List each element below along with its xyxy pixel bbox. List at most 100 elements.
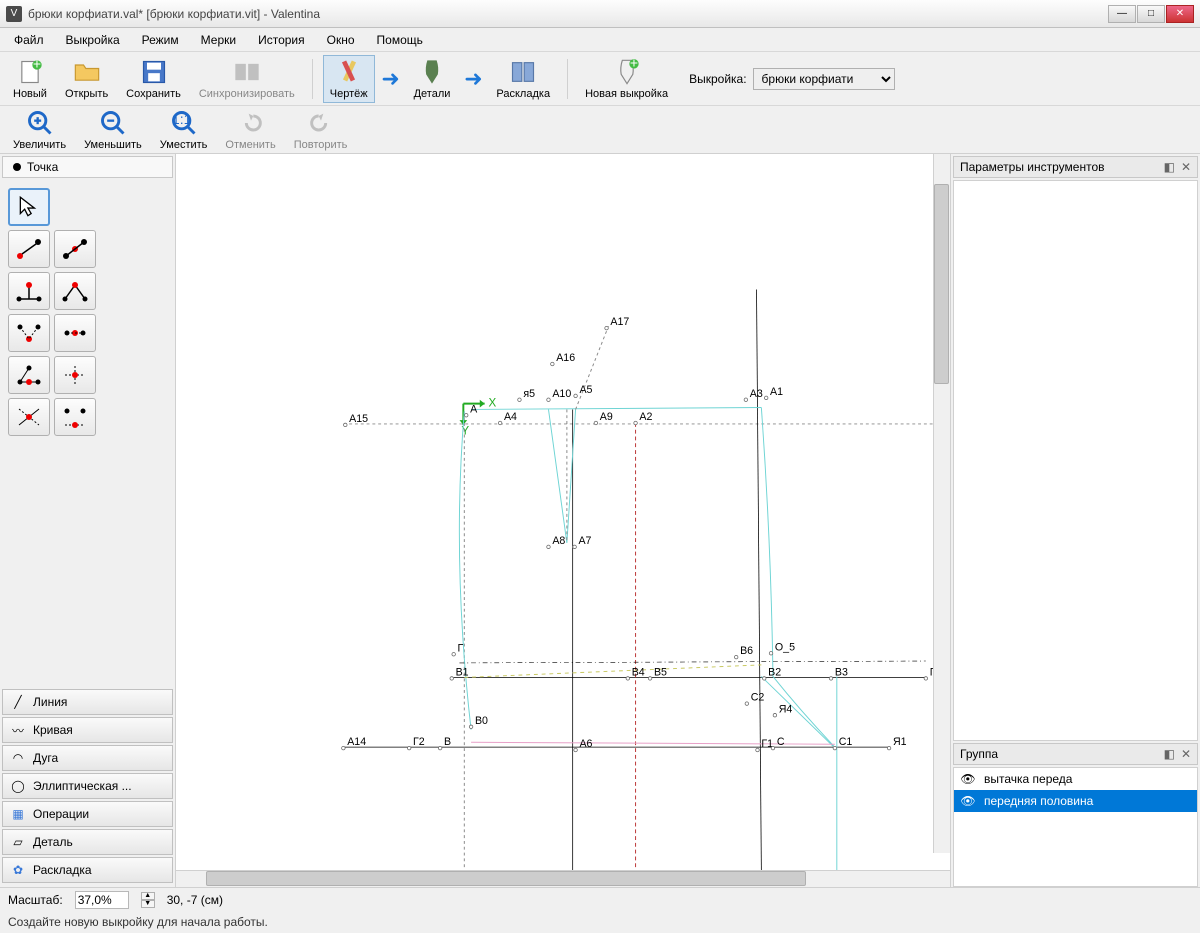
window-title: брюки корфиати.val* [брюки корфиати.vit]…: [28, 7, 320, 21]
svg-text:Г2: Г2: [413, 736, 425, 748]
horizontal-scrollbar[interactable]: [176, 870, 950, 887]
menu-history[interactable]: История: [248, 30, 315, 50]
eye-icon[interactable]: 👁: [960, 772, 976, 786]
main-toolbar: + Новый Открыть Сохранить Синхронизирова…: [0, 52, 1200, 106]
zoom-toolbar: Увеличить Уменьшить 1:1 Уместить Отменит…: [0, 106, 1200, 154]
eye-icon[interactable]: 👁: [960, 794, 976, 808]
menu-help[interactable]: Помощь: [367, 30, 433, 50]
menu-file[interactable]: Файл: [4, 30, 54, 50]
open-button[interactable]: Открыть: [58, 55, 115, 103]
svg-text:А5: А5: [579, 384, 592, 396]
tool-point-contact[interactable]: [54, 314, 96, 352]
tool-point-normal[interactable]: [8, 272, 50, 310]
ellipse-icon: ◯: [11, 779, 25, 793]
tools-tab-point[interactable]: Точка: [2, 156, 173, 178]
svg-text:А7: А7: [578, 535, 591, 547]
svg-text:В4: В4: [632, 667, 645, 679]
draft-mode-button[interactable]: Чертёж: [323, 55, 375, 103]
tool-point-shoulder[interactable]: [8, 314, 50, 352]
svg-text:В: В: [444, 736, 451, 748]
scale-spinner[interactable]: ▲▼: [141, 892, 155, 908]
details-icon: [418, 58, 446, 86]
window-controls: — □ ✕: [1108, 5, 1194, 23]
details-mode-button[interactable]: Детали: [407, 55, 458, 103]
operations-icon: ▦: [11, 807, 25, 821]
category-line[interactable]: ╱Линия: [2, 689, 173, 715]
tool-arrow[interactable]: [8, 188, 50, 226]
close-panel-icon[interactable]: ✕: [1181, 160, 1191, 174]
undo-button[interactable]: Отменить: [218, 106, 282, 154]
tool-point-alongline[interactable]: [54, 230, 96, 268]
close-panel-icon[interactable]: ✕: [1181, 747, 1191, 761]
group-item[interactable]: 👁 вытачка переда: [954, 768, 1197, 790]
maximize-button[interactable]: □: [1137, 5, 1165, 23]
menu-measurements[interactable]: Мерки: [191, 30, 246, 50]
zoom-fit-button[interactable]: 1:1 Уместить: [153, 106, 215, 154]
save-button[interactable]: Сохранить: [119, 55, 188, 103]
svg-text:A17: A17: [610, 316, 629, 328]
tool-point-lineintersect[interactable]: [8, 398, 50, 436]
group-panel-header[interactable]: Группа ◧✕: [953, 743, 1198, 765]
svg-text:X: X: [488, 397, 496, 410]
tool-point-triangle[interactable]: [8, 356, 50, 394]
params-panel-header[interactable]: Параметры инструментов ◧✕: [953, 156, 1198, 178]
menu-pattern[interactable]: Выкройка: [56, 30, 130, 50]
new-file-icon: +: [16, 58, 44, 86]
tools-panel: Точка ╱Линия 〰Кривая ◠Дуга ◯Эллиптическа…: [0, 154, 176, 887]
category-detail[interactable]: ▱Деталь: [2, 829, 173, 855]
drawing-svg: XY: [176, 154, 950, 870]
pencil-ruler-icon: [335, 58, 363, 86]
scale-label: Масштаб:: [8, 893, 63, 907]
tool-point-height[interactable]: [54, 398, 96, 436]
redo-icon: [307, 109, 335, 137]
group-item[interactable]: 👁 передняя половина: [954, 790, 1197, 812]
svg-text:А4: А4: [504, 411, 517, 423]
svg-text:С2: С2: [751, 692, 765, 704]
pattern-dropdown[interactable]: брюки корфиати: [753, 68, 895, 90]
scale-input[interactable]: [75, 891, 129, 909]
undock-icon[interactable]: ◧: [1164, 747, 1175, 761]
close-button[interactable]: ✕: [1166, 5, 1194, 23]
new-button[interactable]: + Новый: [6, 55, 54, 103]
new-pattern-icon: +: [613, 58, 641, 86]
zoom-in-button[interactable]: Увеличить: [6, 106, 73, 154]
sync-button[interactable]: Синхронизировать: [192, 55, 302, 103]
menu-window[interactable]: Окно: [317, 30, 365, 50]
svg-text:О_5: О_5: [775, 641, 795, 653]
undo-icon: [237, 109, 265, 137]
undock-icon[interactable]: ◧: [1164, 160, 1175, 174]
hintbar: Создайте новую выкройку для начала работ…: [0, 911, 1200, 933]
svg-text:А16: А16: [556, 352, 575, 364]
svg-text:В5: В5: [654, 667, 667, 679]
zoom-in-icon: [26, 109, 54, 137]
category-curve[interactable]: 〰Кривая: [2, 717, 173, 743]
tool-point-endline[interactable]: [8, 230, 50, 268]
folder-open-icon: [73, 58, 101, 86]
detail-icon: ▱: [11, 835, 25, 849]
tool-point-intersect[interactable]: [54, 356, 96, 394]
arc-icon: ◠: [11, 751, 25, 765]
group-panel-body: 👁 вытачка переда 👁 передняя половина: [953, 767, 1198, 887]
arrow-icon: ➜: [461, 65, 485, 93]
drawing-canvas[interactable]: XY: [176, 154, 950, 870]
minimize-button[interactable]: —: [1108, 5, 1136, 23]
zoom-out-button[interactable]: Уменьшить: [77, 106, 149, 154]
coords-display: 30, -7 (см): [167, 893, 223, 907]
redo-button[interactable]: Повторить: [287, 106, 355, 154]
svg-text:+: +: [33, 58, 41, 72]
layout-mode-button[interactable]: Раскладка: [489, 55, 557, 103]
svg-text:С: С: [777, 736, 785, 748]
svg-text:Я1: Я1: [893, 736, 907, 748]
menu-mode[interactable]: Режим: [132, 30, 189, 50]
sync-icon: [233, 58, 261, 86]
new-pattern-button[interactable]: + Новая выкройка: [578, 55, 675, 103]
category-operations[interactable]: ▦Операции: [2, 801, 173, 827]
tool-point-bisector[interactable]: [54, 272, 96, 310]
category-layout[interactable]: ✿Раскладка: [2, 857, 173, 883]
category-arc[interactable]: ◠Дуга: [2, 745, 173, 771]
svg-text:С1: С1: [839, 736, 853, 748]
category-elliptical[interactable]: ◯Эллиптическая ...: [2, 773, 173, 799]
vertical-scrollbar[interactable]: [933, 154, 950, 853]
zoom-out-icon: [99, 109, 127, 137]
svg-text:В3: В3: [835, 667, 848, 679]
